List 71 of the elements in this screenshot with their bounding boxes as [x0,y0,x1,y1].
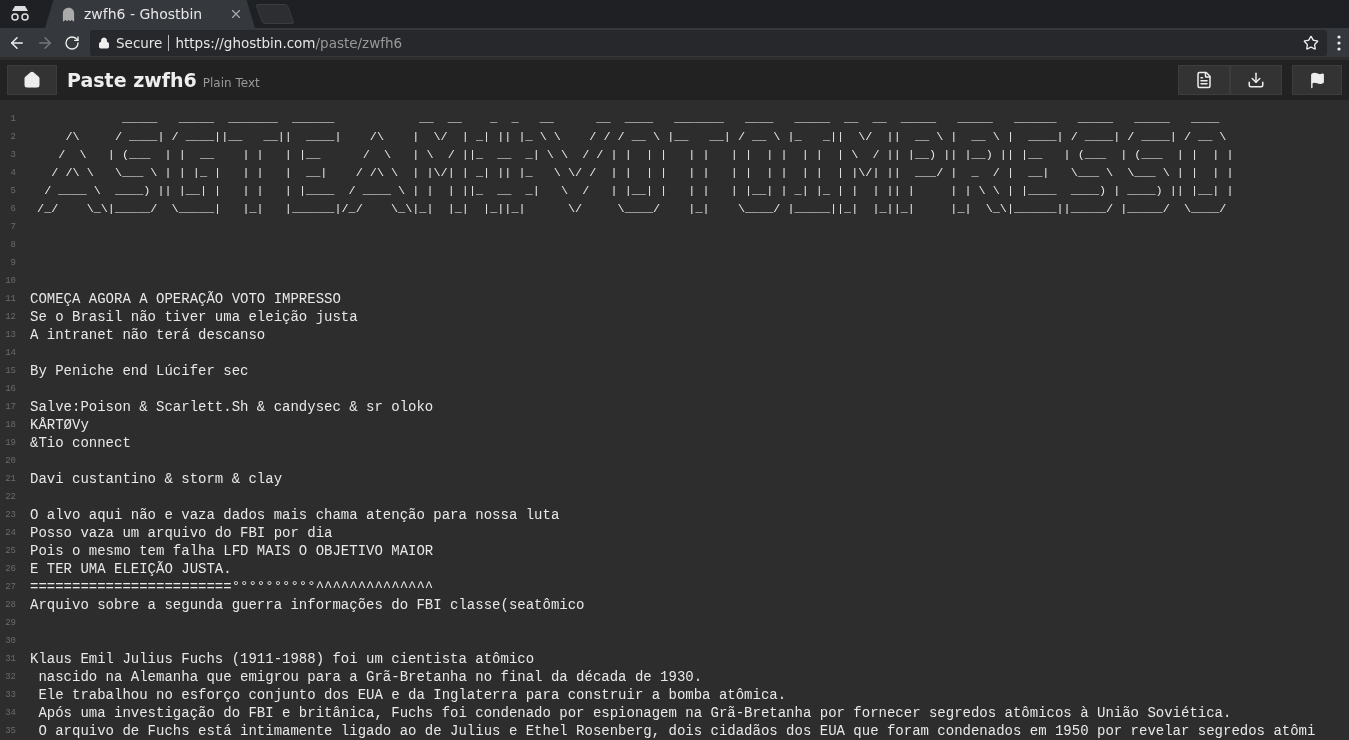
line-number: 10 [4,276,16,286]
close-icon[interactable] [229,7,243,21]
raw-text-button[interactable] [1178,65,1230,95]
line-number: 28 [4,600,16,610]
line-number: 29 [4,618,16,628]
code-line: Após uma investigação do FBI e britânica, Fuchs foi condenado por espionagem na Grã-Bretanha por fornecer segredos atômicos à União Soviética. [37,704,1232,722]
line-number: 27 [4,582,16,592]
url-text: https://ghostbin.com/paste/zwfh6 [175,34,403,51]
line-number: 19 [4,438,16,448]
secure-label: Secure [116,34,170,51]
lock-icon [98,36,110,49]
line-number: 11 [4,294,16,304]
flag-icon [1308,71,1326,89]
ascii-art-line: /_/ \_\|_____/ \_____| |_| |______|/_/ \_\|_| |_| |_||_| \/ \____/ |_| \____/ |_____||_| |_||_| |_| \_\|______||_____/ |_____/ \____/ [36,201,1228,218]
code-line: O arquivo de Fuchs está intimamente ligado ao de Julius e Ethel Rosenberg, dois cidadãos dos EUA que foram condenados em 1950 por revelar segredos atômi [37,722,1316,740]
ascii-art-line: _____ _____ _______ ______ __ __ _ _ __ __ ____ _______ ____ _____ __ __ _____ _____ ______ _____ _____ ____ [121,111,1221,128]
download-button[interactable] [1230,65,1282,95]
code-line: Se o Brasil não tiver uma eleição justa [30,308,358,326]
line-number: 14 [4,348,16,358]
line-number: 16 [4,384,16,394]
code-line: Klaus Emil Julius Fuchs (1911-1988) foi um cientista atômico [30,650,535,668]
code-line: KÅRTØVy [30,416,89,434]
ascii-art-line: /\ / ____| / ____||__ __|| ____| /\ | \/ | _| || |_ \ \ / / / __ \ |__ __| / __ \ |_ _|| \/ || __ \ | __ \ | ____| / ____| / ____| / __ \ [64,129,1228,146]
browser-tab[interactable]: zwfh6 - Ghostbin [45,0,255,28]
line-number: 15 [4,366,16,376]
code-line: ========================°°°°°°°°°°^^^^^^^^^^^^^^ [30,578,434,596]
download-icon [1247,71,1265,89]
line-number: 18 [4,420,16,430]
code-line: O alvo aqui não e vaza dados mais chama atenção para nossa luta [30,506,560,524]
line-number: 1 [9,114,16,124]
line-number: 26 [4,564,16,574]
document-icon [1195,71,1213,89]
line-number: 22 [4,492,16,502]
line-number: 12 [4,312,16,322]
tab-title: zwfh6 - Ghostbin [84,6,204,22]
code-line: nascido na Alemanha que emigrou para a Grã-Bretanha no final da década de 1930. [37,668,703,686]
ascii-art-line: / \ | (___ | | __ | | | |__ / \ | \ / ||_ __ _| \ \ / / | | | | | | | | | | | | | \ / || |__) || |__) || |__ | (___ | (___ | | | | [57,147,1234,164]
line-number: 23 [4,510,16,520]
incognito-icon [9,5,31,21]
line-number: 9 [9,258,16,268]
line-number: 13 [4,330,16,340]
reload-icon[interactable] [64,34,80,51]
line-number: 7 [9,222,16,232]
code-line: By Peniche end Lúcifer sec [30,362,249,380]
line-number: 25 [4,546,16,556]
line-number: 31 [4,654,16,664]
bookmark-star-icon[interactable] [1303,34,1319,51]
code-line: Davi custantino & storm & clay [30,470,283,488]
code-line: Posso vaza um arquivo do FBI por dia [30,524,333,542]
home-icon [23,71,41,89]
code-line: Ele trabalhou no esforço conjunto dos EUA e da Inglaterra para construir a bomba atômica. [37,686,787,704]
line-number: 17 [4,402,16,412]
code-line: Salve:Poison & Scarlett.Sh & candysec & sr oloko [30,398,434,416]
paste-title: Paste zwfh6 [67,69,197,91]
code-line: Arquivo sobre a segunda guerra informações do FBI classe(seatômico [30,596,585,614]
code-line: &Tio connect [30,434,131,452]
home-button[interactable] [7,65,57,95]
ascii-art-line: / ____ \ ____) || |__| | | | | |____ / ____ \ | | | ||_ __ _| \ / | |__| | | | | |__| | _| |_ | | | || | | | \ \ | |____ ____) | ____) || |__| | [43,183,1234,200]
menu-icon[interactable] [1337,34,1341,51]
ghost-icon [61,6,76,22]
code-line: COMEÇA AGORA A OPERAÇÃO VOTO IMPRESSO [30,290,341,308]
line-number: 21 [4,474,16,484]
code-line: A intranet não terá descanso [30,326,266,344]
address-bar[interactable]: Secure https://ghostbin.com/paste/zwfh6 [90,29,1327,56]
code-line: Pois o mesmo tem falha LFD MAIS O OBJETIVO MAIOR [30,542,434,560]
ascii-art-line: / /\ \ \___ \ | | |_ | | | | __| / /\ \ | |\/| | _| || |_ \ \/ / | | | | | | | | | | | | | |\/| || ___/ | _ / | __| \___ \ \___ \ | | | | [50,165,1234,182]
line-number: 24 [4,528,16,538]
language-label: Plain Text [202,76,260,90]
code-line: E TER UMA ELEIÇÃO JUSTA. [30,560,232,578]
line-number: 20 [4,456,16,466]
report-flag-button[interactable] [1292,65,1342,95]
